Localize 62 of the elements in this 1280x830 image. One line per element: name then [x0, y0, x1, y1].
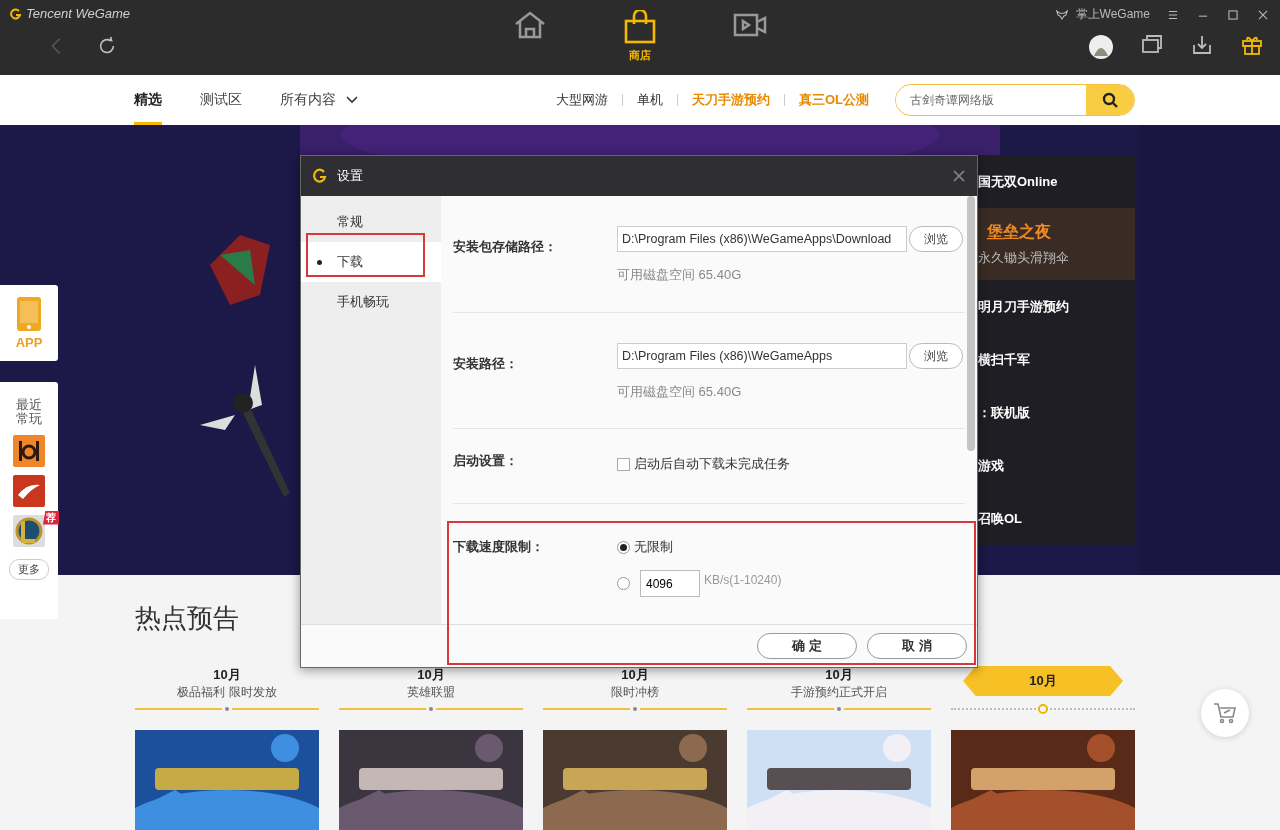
timeline-dot: [1038, 704, 1048, 714]
chevron-down-icon: [346, 96, 358, 104]
more-button[interactable]: 更多: [9, 558, 49, 580]
setting-label: 下载速度限制：: [453, 538, 545, 556]
settings-nav-item[interactable]: 常规: [301, 202, 441, 242]
close-button[interactable]: [953, 170, 965, 182]
shopping-bag-icon: [623, 10, 657, 44]
app-logo-icon: [313, 168, 327, 184]
event-caption: 手游预约正式开启: [791, 684, 887, 701]
avatar[interactable]: [1088, 34, 1114, 60]
download-icon[interactable]: [1190, 33, 1214, 57]
maximize-icon[interactable]: [1226, 7, 1240, 22]
mobile-app-link[interactable]: 掌上WeGame: [1053, 6, 1150, 23]
radio-label: 无限制: [634, 538, 673, 556]
event-caption: 限时冲榜: [611, 684, 659, 701]
recommend-badge: 荐: [43, 510, 59, 525]
bull-head-icon: [1053, 7, 1070, 22]
browse-button[interactable]: 浏览: [909, 343, 963, 369]
quick-link[interactable]: 大型网游: [555, 91, 608, 109]
radio-button[interactable]: [617, 577, 630, 590]
speed-field[interactable]: 4096: [640, 570, 700, 597]
game-logo-icon[interactable]: [13, 514, 45, 547]
setting-label: 安装路径：: [453, 355, 519, 373]
month-label[interactable]: 10月: [963, 666, 1123, 696]
unit-text: KB/s(1-10240): [704, 572, 782, 587]
radio-button[interactable]: [617, 540, 630, 554]
search-button[interactable]: [1086, 85, 1134, 115]
app-logo: Tencent WeGame: [10, 6, 505, 21]
cancel-button[interactable]: 取 消: [867, 633, 967, 659]
month-label[interactable]: 10月: [213, 666, 241, 684]
free-space-text: 可用磁盘空间 65.40G: [617, 383, 743, 401]
section-title: 热点预告: [135, 602, 240, 635]
home-icon: [513, 10, 547, 40]
month-label[interactable]: 10月: [825, 666, 853, 684]
event-caption: 英雄联盟: [407, 684, 455, 701]
scrollbar-thumb[interactable]: [967, 196, 975, 451]
panel-title: 最近常玩: [15, 398, 43, 427]
settings-nav-item[interactable]: 手机畅玩: [301, 282, 441, 322]
dialog-title: 设置: [337, 167, 363, 185]
nav-button[interactable]: 商店: [615, 10, 665, 63]
quick-link[interactable]: 单机: [636, 91, 663, 109]
free-space-text: 可用磁盘空间 65.40G: [617, 266, 743, 284]
cart-icon: [1213, 702, 1237, 724]
category-tab[interactable]: 所有内容: [280, 75, 358, 125]
close-icon: [953, 170, 965, 182]
month-label[interactable]: 10月: [621, 666, 649, 684]
cart-button[interactable]: [1201, 689, 1249, 737]
phone-icon: [17, 296, 41, 331]
search-icon: [1102, 92, 1118, 108]
month-label[interactable]: 10月: [417, 666, 445, 684]
setting-label: 安装包存储路径：: [453, 238, 558, 256]
category-tab[interactable]: 测试区: [200, 75, 242, 125]
event-caption: 极品福利 限时发放: [177, 684, 277, 701]
game-logo-icon[interactable]: [13, 434, 45, 467]
settings-nav-item[interactable]: 下载: [301, 242, 441, 282]
search-field[interactable]: 古剑奇谭网络版: [895, 84, 1135, 116]
startup-checkbox[interactable]: 启动后自动下载未完成任务: [617, 455, 965, 473]
setting-label: 启动设置：: [453, 452, 519, 470]
path-field[interactable]: D:\Program Files (x86)\WeGameApps: [617, 343, 907, 369]
browse-button[interactable]: 浏览: [909, 226, 963, 252]
path-field[interactable]: D:\Program Files (x86)\WeGameApps\Download: [617, 226, 907, 252]
confirm-button[interactable]: 确 定: [757, 633, 857, 659]
